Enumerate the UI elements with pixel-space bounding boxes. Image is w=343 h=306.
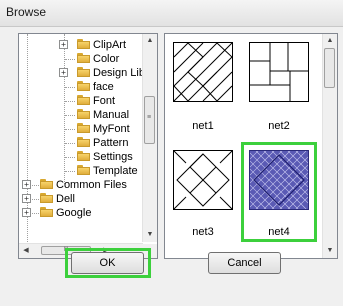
folder-icon <box>77 109 90 119</box>
tree-guide-line <box>32 185 39 186</box>
tree-item-design-lib[interactable]: + Design Lib <box>19 66 145 80</box>
tree-item-label: Manual <box>93 109 130 121</box>
folder-icon <box>77 165 90 175</box>
expand-icon[interactable]: + <box>22 208 31 217</box>
net3-pattern-icon <box>174 151 232 209</box>
net4-highlight-box <box>241 142 317 242</box>
folder-icon <box>77 95 90 105</box>
tree-item-myfont[interactable]: MyFont <box>19 122 143 136</box>
tree-guide-line <box>65 171 75 172</box>
tree-guide-line <box>32 199 39 200</box>
thumbnail-label-net1[interactable]: net1 <box>171 120 235 132</box>
tree-item-dell[interactable]: + Dell <box>19 192 143 206</box>
tree-item-label: Template <box>93 165 138 177</box>
pattern-thumbnail-panel[interactable]: net1 net2 net3 net4 ▲ ▼ <box>164 33 338 259</box>
tree-item-label: Settings <box>93 151 133 163</box>
expand-icon[interactable]: + <box>22 194 31 203</box>
folder-icon <box>40 207 53 217</box>
thumbnail-label-net2[interactable]: net2 <box>247 120 311 132</box>
scroll-left-arrow-icon[interactable]: ◀ <box>19 244 33 258</box>
tree-item-color[interactable]: Color <box>19 52 143 66</box>
folder-tree[interactable]: + ClipArt Color + Design Lib face Font M… <box>18 33 158 259</box>
pattern-thumbnail-net3[interactable] <box>173 150 233 210</box>
tree-guide-line <box>65 87 75 88</box>
thumbnail-vertical-scroll-thumb[interactable] <box>324 48 335 88</box>
tree-item-manual[interactable]: Manual <box>19 108 143 122</box>
tree-guide-line <box>65 115 75 116</box>
tree-guide-line <box>65 101 75 102</box>
title-bar: Browse <box>0 0 343 27</box>
tree-item-label: Color <box>93 53 120 65</box>
ok-button[interactable]: OK <box>71 252 144 274</box>
scroll-up-arrow-icon[interactable]: ▲ <box>143 34 157 48</box>
tree-item-label: MyFont <box>93 123 130 135</box>
tree-item-label: face <box>93 81 114 93</box>
net2-pattern-icon <box>250 43 308 101</box>
tree-guide-line <box>65 129 75 130</box>
expand-icon[interactable]: + <box>59 68 68 77</box>
net1-pattern-icon <box>174 43 232 101</box>
scroll-down-arrow-icon[interactable]: ▼ <box>323 244 337 258</box>
window-title: Browse <box>6 5 47 19</box>
tree-item-template[interactable]: Template <box>19 164 143 178</box>
tree-item-google[interactable]: + Google <box>19 206 143 220</box>
folder-icon <box>77 39 90 49</box>
tree-guide-line <box>65 59 75 60</box>
tree-item-clipart[interactable]: + ClipArt <box>19 38 143 52</box>
tree-guide-line <box>65 143 75 144</box>
tree-item-settings[interactable]: Settings <box>19 150 143 164</box>
tree-item-font[interactable]: Font <box>19 94 143 108</box>
tree-item-pattern[interactable]: Pattern <box>19 136 143 150</box>
folder-icon <box>77 67 90 77</box>
thumbnail-label-net3[interactable]: net3 <box>171 226 235 238</box>
folder-icon <box>77 53 90 63</box>
tree-guide-line <box>65 157 75 158</box>
cancel-button[interactable]: Cancel <box>208 252 281 274</box>
tree-item-face[interactable]: face <box>19 80 143 94</box>
pattern-thumbnail-net1[interactable] <box>173 42 233 102</box>
folder-icon <box>77 81 90 91</box>
tree-item-label: Dell <box>56 193 75 205</box>
folder-icon <box>77 137 90 147</box>
folder-icon <box>77 123 90 133</box>
tree-item-label: Google <box>56 207 92 219</box>
tree-guide-line <box>32 213 39 214</box>
expand-icon[interactable]: + <box>22 180 31 189</box>
scroll-down-arrow-icon[interactable]: ▼ <box>143 228 157 242</box>
browse-dialog: Browse + ClipArt Color + Design Lib face <box>0 0 343 306</box>
folder-icon <box>40 193 53 203</box>
tree-item-label: ClipArt <box>93 39 127 51</box>
scroll-up-arrow-icon[interactable]: ▲ <box>323 34 337 48</box>
tree-item-label: Common Files <box>56 179 127 191</box>
tree-vertical-scrollbar[interactable]: ▲ ≡ ▼ <box>142 34 157 242</box>
folder-icon <box>40 179 53 189</box>
thumbnail-vertical-scrollbar[interactable]: ▲ ▼ <box>322 34 337 258</box>
pattern-thumbnail-net2[interactable] <box>249 42 309 102</box>
folder-icon <box>77 151 90 161</box>
tree-item-label: Pattern <box>93 137 129 149</box>
tree-item-common-files[interactable]: + Common Files <box>19 178 143 192</box>
tree-item-label: Font <box>93 95 116 107</box>
expand-icon[interactable]: + <box>59 40 68 49</box>
tree-vertical-scroll-thumb[interactable]: ≡ <box>144 96 155 144</box>
tree-item-label: Design Lib <box>93 67 145 79</box>
